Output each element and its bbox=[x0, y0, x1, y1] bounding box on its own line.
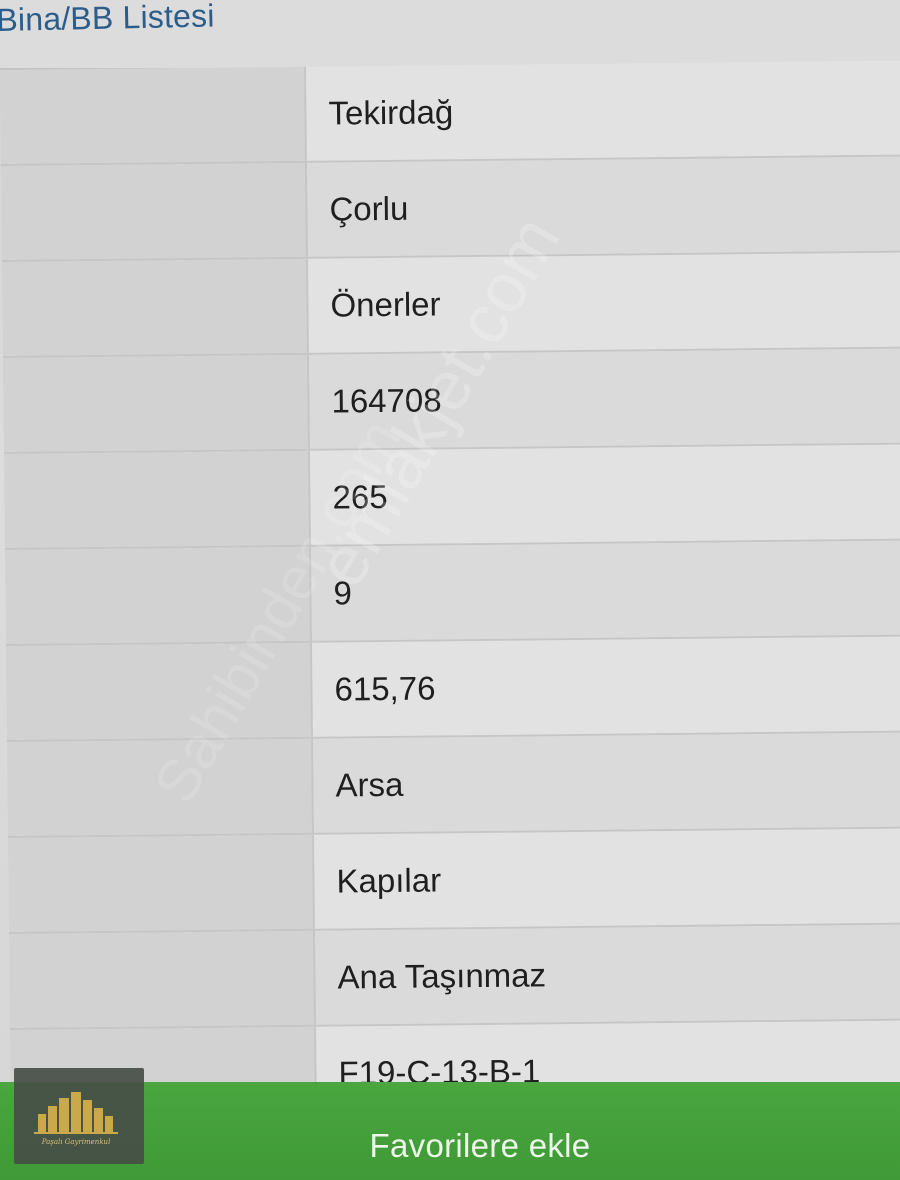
row-value: 265 bbox=[310, 444, 900, 545]
property-details-table: Tekirdağ Çorlu Önerler 164708 265 9 615,… bbox=[0, 60, 900, 1124]
table-row: Kapılar bbox=[8, 826, 900, 932]
row-value: 615,76 bbox=[312, 636, 900, 737]
table-row: Ana Taşınmaz bbox=[9, 922, 900, 1028]
buildings-logo-icon: Paşalı Gayrimenkul bbox=[34, 1092, 118, 1146]
row-label-cell bbox=[3, 354, 310, 452]
logo-text: Paşalı Gayrimenkul bbox=[41, 1138, 111, 1146]
row-value: Tekirdağ bbox=[305, 60, 900, 161]
row-label-cell bbox=[4, 450, 311, 548]
row-value: 164708 bbox=[308, 348, 900, 449]
row-value: Kapılar bbox=[314, 828, 900, 929]
row-label-cell bbox=[5, 546, 312, 644]
row-label-cell bbox=[8, 834, 316, 932]
row-value: Çorlu bbox=[306, 156, 900, 257]
row-value: Ana Taşınmaz bbox=[315, 924, 900, 1025]
row-label-cell bbox=[7, 738, 315, 836]
section-header: Bina/BB Listesi bbox=[0, 0, 900, 70]
table-row: Önerler bbox=[1, 250, 900, 356]
row-label-cell bbox=[2, 258, 309, 356]
table-row: 265 bbox=[4, 442, 900, 548]
table-row: 164708 bbox=[2, 346, 900, 452]
table-row: Tekirdağ bbox=[0, 60, 900, 164]
row-value: 9 bbox=[311, 540, 900, 641]
add-to-favorites-label: Favorilere ekle bbox=[369, 1127, 591, 1164]
listing-detail-page: Bina/BB Listesi Tekirdağ Çorlu Önerler 1… bbox=[0, 0, 900, 1180]
row-label-cell bbox=[0, 66, 307, 164]
agency-logo: Paşalı Gayrimenkul bbox=[14, 1068, 144, 1164]
row-label-cell bbox=[6, 642, 313, 740]
section-title[interactable]: Bina/BB Listesi bbox=[0, 0, 215, 39]
row-value: Arsa bbox=[313, 732, 900, 833]
table-row: 9 bbox=[5, 538, 900, 644]
table-row: Arsa bbox=[7, 730, 900, 836]
row-label-cell bbox=[1, 162, 308, 260]
table-row: Çorlu bbox=[0, 154, 900, 260]
row-value: Önerler bbox=[307, 252, 900, 353]
row-label-cell bbox=[9, 930, 317, 1028]
table-row: 615,76 bbox=[6, 634, 900, 740]
